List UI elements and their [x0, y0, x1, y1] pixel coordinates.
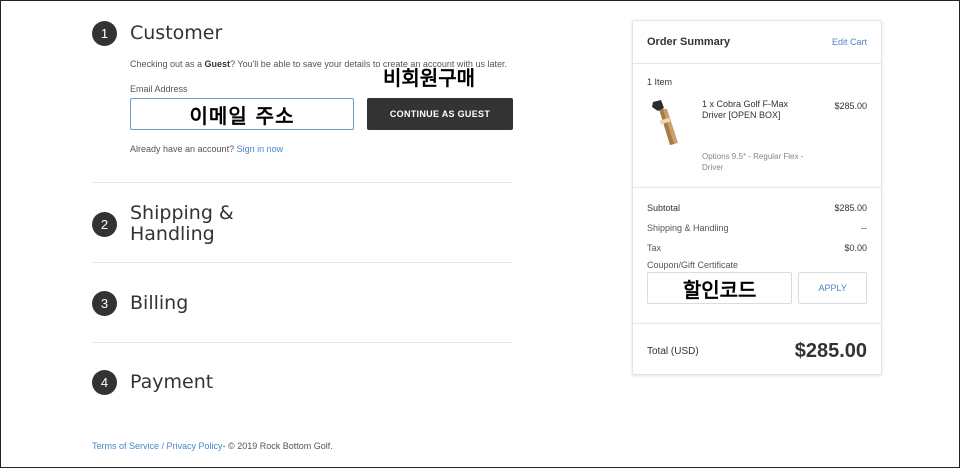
item-count: 1 Item: [647, 77, 673, 87]
order-summary: Order Summary Edit Cart 1 Item 1 x Cobra…: [632, 20, 882, 375]
subtotal-row: Subtotal $285.00: [647, 198, 867, 218]
item-price: $285.00: [834, 101, 867, 111]
step-title: Billing: [130, 291, 189, 314]
checkout-steps: 1 Customer Checking out as a Guest? You'…: [92, 19, 513, 396]
tax-row: Tax $0.00: [647, 238, 867, 258]
total-value: $285.00: [794, 339, 867, 362]
golf-driver-image: [647, 99, 687, 147]
order-summary-title: Order Summary: [647, 36, 731, 48]
tax-label: Tax: [647, 243, 662, 253]
footer-separator: /: [159, 441, 167, 451]
step-header-billing[interactable]: 3 Billing: [92, 289, 513, 317]
step-header-shipping[interactable]: 2 Shipping & Handling: [92, 202, 513, 246]
step-number: 1: [92, 20, 117, 46]
item-name: 1 x Cobra Golf F-Max Driver [OPEN BOX]: [702, 99, 789, 120]
step-title: Shipping & Handling: [130, 202, 234, 245]
apply-coupon-button[interactable]: APPLY: [798, 272, 867, 304]
step-number: 3: [92, 290, 117, 316]
terms-link[interactable]: Terms of Service: [92, 441, 159, 451]
coupon-input[interactable]: 할인코드: [647, 272, 793, 304]
divider: [92, 342, 513, 343]
step-number: 4: [92, 369, 117, 395]
copyright: - © 2019 Rock Bottom Golf.: [222, 441, 333, 451]
step-payment: 4 Payment: [92, 368, 513, 396]
tax-value: $0.00: [844, 243, 867, 253]
shipping-row: Shipping & Handling --: [647, 218, 867, 238]
divider: [92, 182, 513, 183]
divider: [92, 262, 513, 263]
cart-item: 1 x Cobra Golf F-Max Driver [OPEN BOX] O…: [647, 99, 867, 172]
shipping-value: --: [861, 223, 867, 233]
step-customer: 1 Customer Checking out as a Guest? You'…: [92, 19, 513, 154]
email-input[interactable]: 이메일 주소: [130, 98, 354, 130]
step-shipping: 2 Shipping & Handling: [92, 202, 513, 246]
shipping-label: Shipping & Handling: [647, 223, 729, 233]
signin-line: Already have an account? Sign in now: [130, 144, 284, 154]
continue-as-guest-button[interactable]: CONTINUE AS GUEST: [367, 98, 513, 130]
sign-in-link[interactable]: Sign in now: [237, 144, 284, 154]
step-header-payment[interactable]: 4 Payment: [92, 368, 513, 396]
total-row: Total (USD) $285.00: [647, 324, 867, 378]
step-title: Payment: [130, 370, 214, 393]
subtotal-label: Subtotal: [647, 203, 681, 213]
guest-overlay-text: 비회원구매: [383, 66, 475, 90]
coupon-label: Coupon/Gift Certificate: [647, 260, 739, 270]
item-options: Options 9.5* - Regular Flex - Driver: [702, 152, 804, 172]
total-label: Total (USD): [647, 345, 699, 357]
edit-cart-link[interactable]: Edit Cart: [832, 37, 867, 47]
footer: Terms of Service / Privacy Policy- © 201…: [92, 441, 333, 451]
subtotal-value: $285.00: [834, 203, 867, 213]
privacy-link[interactable]: Privacy Policy: [167, 441, 223, 451]
step-title: Customer: [130, 21, 223, 44]
step-header-customer[interactable]: 1 Customer: [92, 19, 513, 47]
step-number: 2: [92, 211, 117, 237]
step-billing: 3 Billing: [92, 289, 513, 317]
